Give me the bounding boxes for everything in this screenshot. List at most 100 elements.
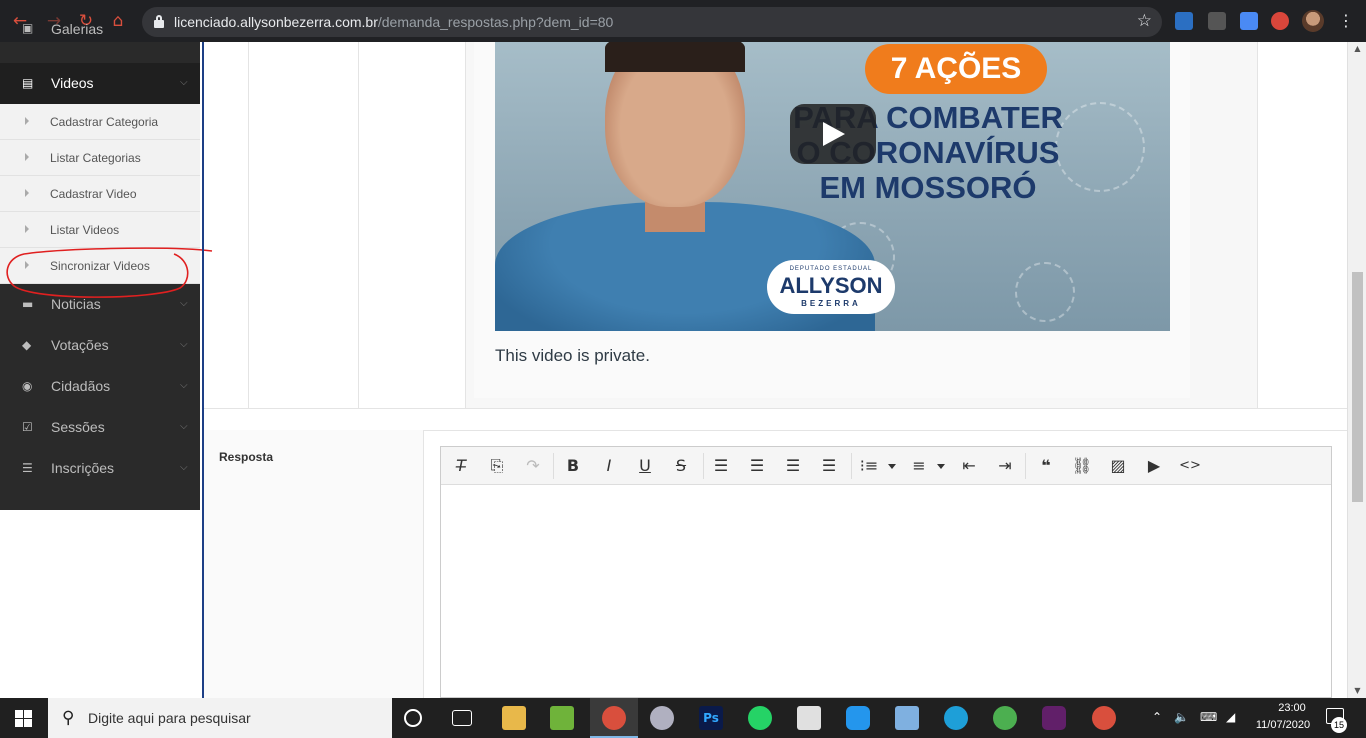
outdent-icon[interactable]: ⇤ <box>957 455 981 477</box>
redo-icon[interactable]: ↷ <box>521 455 545 477</box>
scroll-up-icon[interactable]: ▲ <box>1348 42 1366 56</box>
scroll-down-icon[interactable]: ▼ <box>1348 684 1366 698</box>
windows-taskbar: ⚲ Digite aqui para pesquisar Ps ⌃ 🔈 ⌨ ◢ … <box>0 698 1366 738</box>
video-title-pill-text: 7 AÇÕES <box>890 52 1022 85</box>
sidebar-item-label: Inscrições <box>51 460 115 476</box>
sidebar-subitem-listar-videos[interactable]: Listar Videos <box>0 212 200 248</box>
camera-icon: ▣ <box>22 21 34 35</box>
chevron-down-icon: ⌵ <box>180 380 188 391</box>
virtualbox-icon[interactable] <box>895 706 919 730</box>
sidebar: ▣ Galerias ▤ Videos ⌵ Cadastrar Categori… <box>0 21 200 510</box>
sidebar-subitem-listar-categorias[interactable]: Listar Categorias <box>0 140 200 176</box>
underline-icon[interactable]: U <box>633 455 657 477</box>
caret-right-icon <box>25 153 29 161</box>
profile-avatar[interactable] <box>1302 10 1324 32</box>
chrome-profile-2-icon[interactable] <box>1092 706 1116 730</box>
edge-icon[interactable] <box>944 706 968 730</box>
clock-date[interactable]: 11/07/2020 <box>1248 719 1318 731</box>
rich-text-editor[interactable]: T̶ ⎘ ↷ B I U S ☰ ☰ ☰ ☰ ⁝≡ ≡ ⇤ ⇥ ❝ ⛓ ▨ ▶ … <box>440 446 1332 698</box>
strikethrough-icon[interactable]: S <box>669 455 693 477</box>
sidebar-subitem-label: Listar Categorias <box>50 151 141 165</box>
clock-time[interactable]: 23:00 <box>1262 702 1322 714</box>
table-column-divider <box>248 42 249 408</box>
image-icon[interactable]: ▨ <box>1106 455 1130 477</box>
tray-chevron-up-icon[interactable]: ⌃ <box>1152 710 1162 724</box>
sidebar-subitem-cadastrar-categoria[interactable]: Cadastrar Categoria <box>0 104 200 140</box>
slack-icon[interactable] <box>1042 706 1066 730</box>
wifi-icon[interactable]: ◢ <box>1226 710 1235 724</box>
table-column-divider <box>358 42 359 408</box>
sidebar-item-votacoes[interactable]: ◆ Votações ⌵ <box>0 325 200 366</box>
blockquote-icon[interactable]: ❝ <box>1034 455 1058 477</box>
caret-right-icon <box>25 225 29 233</box>
sidebar-item-label: Videos <box>51 75 94 91</box>
sidebar-item-cidadaos[interactable]: ◉ Cidadãos ⌵ <box>0 366 200 407</box>
extension-uvt-icon[interactable] <box>1175 12 1193 30</box>
toolbar-separator <box>703 453 704 479</box>
tags-icon: ◆ <box>22 338 32 352</box>
taskbar-search-placeholder: Digite aqui para pesquisar <box>88 710 251 726</box>
video-status-text: This video is private. <box>495 346 650 365</box>
chrome-icon[interactable] <box>993 706 1017 730</box>
numbered-list-icon[interactable]: ≡ <box>907 455 931 477</box>
extension-puzzle-icon[interactable] <box>1271 12 1289 30</box>
sidebar-item-noticias[interactable]: ▬ Noticias ⌵ <box>0 284 200 325</box>
task-view-icon[interactable] <box>452 710 472 726</box>
caret-down-icon[interactable] <box>937 464 945 469</box>
italic-icon[interactable]: I <box>597 455 621 477</box>
align-justify-icon[interactable]: ☰ <box>817 455 841 477</box>
sidebar-subitem-cadastrar-video[interactable]: Cadastrar Video <box>0 176 200 212</box>
file-explorer-icon[interactable] <box>502 706 526 730</box>
sidebar-item-inscricoes[interactable]: ☰ Inscrições ⌵ <box>0 448 200 489</box>
extension-translate-icon[interactable] <box>1240 12 1258 30</box>
caret-right-icon <box>25 117 29 125</box>
sidebar-item-galerias[interactable]: ▣ Galerias <box>0 21 200 47</box>
sidebar-subitem-sincronizar-videos[interactable]: Sincronizar Videos <box>0 248 200 284</box>
address-bar[interactable]: licenciado.allysonbezerra.com.br/demanda… <box>142 7 1162 37</box>
paint-icon[interactable] <box>650 706 674 730</box>
cortana-icon[interactable] <box>404 709 422 727</box>
toolbar-separator <box>1025 453 1026 479</box>
bookmark-star-icon[interactable]: ☆ <box>1137 11 1152 31</box>
video-headline-line: EM MOSSORÓ <box>819 170 1037 205</box>
link-icon[interactable]: ⛓ <box>1070 455 1094 477</box>
bold-icon[interactable]: B <box>561 455 585 477</box>
paste-icon[interactable]: ⎘ <box>485 455 509 477</box>
align-right-icon[interactable]: ☰ <box>781 455 805 477</box>
source-code-icon[interactable]: <> <box>1178 455 1202 477</box>
sidebar-item-label: Votações <box>51 337 109 353</box>
chrome-profile-icon[interactable] <box>602 706 626 730</box>
sidebar-item-videos[interactable]: ▤ Videos ⌵ <box>0 63 200 104</box>
editor-toolbar: T̶ ⎘ ↷ B I U S ☰ ☰ ☰ ☰ ⁝≡ ≡ ⇤ ⇥ ❝ ⛓ ▨ ▶ … <box>441 447 1331 485</box>
search-icon: ⚲ <box>62 708 75 728</box>
menu-dots-icon[interactable]: ⋮ <box>1338 11 1354 31</box>
chevron-down-icon: ⌵ <box>180 298 188 309</box>
photoshop-icon[interactable]: Ps <box>699 706 723 730</box>
whatsapp-icon[interactable] <box>748 706 772 730</box>
chevron-down-icon: ⌵ <box>180 339 188 350</box>
align-left-icon[interactable]: ☰ <box>709 455 733 477</box>
clear-format-icon[interactable]: T̶ <box>449 455 473 477</box>
page-scrollbar[interactable]: ▲ ▼ <box>1347 42 1366 698</box>
caret-down-icon[interactable] <box>888 464 896 469</box>
indent-icon[interactable]: ⇥ <box>993 455 1017 477</box>
media-icon[interactable]: ▶ <box>1142 455 1166 477</box>
sidebar-item-sessoes[interactable]: ☑ Sessões ⌵ <box>0 407 200 448</box>
volume-icon[interactable]: 🔈 <box>1174 710 1189 724</box>
extension-cast-icon[interactable] <box>1208 12 1226 30</box>
windows-start-icon[interactable] <box>15 710 32 727</box>
pdf-icon[interactable] <box>797 706 821 730</box>
video-player[interactable]: 7 AÇÕES PARA COMBATER O CORONAVÍRUS EM M… <box>495 42 1170 331</box>
keyboard-layout-icon[interactable]: ⌨ <box>1200 710 1217 724</box>
eye-icon: ◉ <box>22 379 33 393</box>
checkbox-icon: ☑ <box>22 420 33 434</box>
taskbar-search-box[interactable]: ⚲ Digite aqui para pesquisar <box>48 698 392 738</box>
allyson-logo-name: ALLYSON <box>779 273 883 298</box>
scroll-thumb[interactable] <box>1352 272 1363 502</box>
bullet-list-icon[interactable]: ⁝≡ <box>857 455 881 477</box>
align-center-icon[interactable]: ☰ <box>745 455 769 477</box>
docker-icon[interactable] <box>846 706 870 730</box>
notepad-icon[interactable] <box>550 706 574 730</box>
toolbar-separator <box>553 453 554 479</box>
play-button[interactable] <box>790 104 876 164</box>
